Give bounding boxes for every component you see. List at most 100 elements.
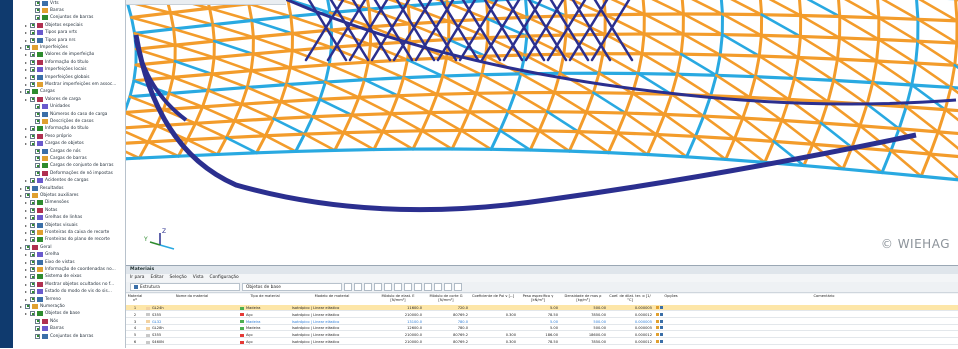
visibility-checkbox[interactable] bbox=[30, 178, 35, 183]
table-cell-alpha[interactable]: 0.000005 bbox=[608, 325, 652, 331]
table-cell-rho[interactable]: 7850.00 bbox=[560, 339, 606, 345]
visibility-checkbox[interactable] bbox=[30, 52, 35, 57]
toolbar-button[interactable] bbox=[344, 283, 352, 291]
menu-view[interactable]: Vista bbox=[193, 274, 204, 282]
options-icons[interactable] bbox=[656, 332, 690, 338]
visibility-checkbox[interactable] bbox=[25, 193, 30, 198]
table-cell-no[interactable]: 1 bbox=[126, 305, 144, 311]
table-cell-gamma[interactable]: 186.00 bbox=[518, 332, 558, 338]
floating-toolbar[interactable] bbox=[126, 0, 286, 5]
table-row[interactable]: 6S460NAçoIsotrópico | Linear elástico210… bbox=[126, 339, 958, 345]
visibility-checkbox[interactable] bbox=[25, 89, 30, 94]
table-cell-gamma[interactable]: 5.00 bbox=[518, 325, 558, 331]
table-cell-no[interactable]: 5 bbox=[126, 332, 144, 338]
visibility-checkbox[interactable] bbox=[30, 260, 35, 265]
toolbar-button[interactable] bbox=[394, 283, 402, 291]
options-icons[interactable] bbox=[656, 325, 690, 331]
table-cell-name[interactable]: S460N bbox=[146, 339, 238, 345]
toolbar-button[interactable] bbox=[374, 283, 382, 291]
table-cell-E[interactable]: 210000.0 bbox=[374, 339, 422, 345]
visibility-checkbox[interactable] bbox=[30, 237, 35, 242]
table-cell-model[interactable]: Isotrópico | Linear elástico bbox=[292, 339, 372, 345]
visibility-checkbox[interactable] bbox=[30, 23, 35, 28]
table-cell-gamma[interactable]: 78.50 bbox=[518, 312, 558, 318]
table-cell-model[interactable]: Isotrópico | Linear elástico bbox=[292, 312, 372, 318]
table-cell-G[interactable]: 720.0 bbox=[424, 305, 468, 311]
toolbar-button[interactable] bbox=[404, 283, 412, 291]
table-cell-rho[interactable]: 7850.00 bbox=[560, 312, 606, 318]
menu-edit[interactable]: Editar bbox=[150, 274, 163, 282]
3d-viewport[interactable]: © WIEHAG bbox=[126, 0, 958, 265]
toolbar-button[interactable] bbox=[434, 283, 442, 291]
menu-config[interactable]: Configuração bbox=[210, 274, 239, 282]
table-cell-G[interactable]: 80769.2 bbox=[424, 339, 468, 345]
visibility-checkbox[interactable] bbox=[30, 75, 35, 80]
table-cell-alpha[interactable]: 0.000005 bbox=[608, 319, 652, 325]
visibility-checkbox[interactable] bbox=[35, 8, 40, 13]
options-icons[interactable] bbox=[656, 339, 690, 345]
visibility-checkbox[interactable] bbox=[30, 297, 35, 302]
table-cell-name[interactable]: GL24h bbox=[146, 305, 238, 311]
visibility-checkbox[interactable] bbox=[30, 97, 35, 102]
visibility-checkbox[interactable] bbox=[30, 223, 35, 228]
toolbar-button[interactable] bbox=[444, 283, 452, 291]
menu-goto[interactable]: Ir para bbox=[130, 274, 144, 282]
visibility-checkbox[interactable] bbox=[30, 126, 35, 131]
table-cell-rho[interactable]: 18600.00 bbox=[560, 332, 606, 338]
table-cell-type[interactable]: Aço bbox=[240, 339, 290, 345]
options-icons[interactable] bbox=[656, 319, 690, 325]
table-cell-nu[interactable]: 0.300 bbox=[470, 312, 516, 318]
visibility-checkbox[interactable] bbox=[30, 82, 35, 87]
table-cell-no[interactable]: 6 bbox=[126, 339, 144, 345]
visibility-checkbox[interactable] bbox=[35, 334, 40, 339]
visibility-checkbox[interactable] bbox=[35, 104, 40, 109]
visibility-checkbox[interactable] bbox=[35, 319, 40, 324]
visibility-checkbox[interactable] bbox=[30, 38, 35, 43]
table-cell-nu[interactable] bbox=[470, 325, 516, 331]
table-cell-alpha[interactable]: 0.000012 bbox=[608, 339, 652, 345]
toolbar-button[interactable] bbox=[354, 283, 362, 291]
visibility-checkbox[interactable] bbox=[30, 311, 35, 316]
visibility-checkbox[interactable] bbox=[30, 215, 35, 220]
visibility-checkbox[interactable] bbox=[25, 186, 30, 191]
visibility-checkbox[interactable] bbox=[25, 245, 30, 250]
table-cell-alpha[interactable]: 0.000005 bbox=[608, 305, 652, 311]
toolbar-button[interactable] bbox=[414, 283, 422, 291]
visibility-checkbox[interactable] bbox=[30, 274, 35, 279]
visibility-checkbox[interactable] bbox=[30, 60, 35, 65]
structure-dropdown[interactable]: Estrutura bbox=[130, 283, 240, 291]
table-cell-gamma[interactable]: 5.00 bbox=[518, 305, 558, 311]
visibility-checkbox[interactable] bbox=[35, 326, 40, 331]
visibility-checkbox[interactable] bbox=[35, 15, 40, 20]
visibility-checkbox[interactable] bbox=[30, 200, 35, 205]
table-cell-rho[interactable]: 500.00 bbox=[560, 319, 606, 325]
table-cell-no[interactable]: 2 bbox=[126, 312, 144, 318]
table-cell-no[interactable]: 4 bbox=[126, 325, 144, 331]
table-cell-type[interactable]: Madeira bbox=[240, 305, 290, 311]
table-row[interactable]: 2S355AçoIsotrópico | Linear elástico2100… bbox=[126, 312, 958, 318]
table-cell-G[interactable]: 780.0 bbox=[424, 325, 468, 331]
table-cell-rho[interactable]: 500.00 bbox=[560, 325, 606, 331]
toolbar-button[interactable] bbox=[424, 283, 432, 291]
table-cell-gamma[interactable]: 5.00 bbox=[518, 319, 558, 325]
visibility-checkbox[interactable] bbox=[35, 171, 40, 176]
table-cell-E[interactable]: 11600.0 bbox=[374, 305, 422, 311]
toolbar-button[interactable] bbox=[384, 283, 392, 291]
toolbar-button[interactable] bbox=[364, 283, 372, 291]
table-cell-name[interactable]: GL28h bbox=[146, 325, 238, 331]
visibility-checkbox[interactable] bbox=[30, 289, 35, 294]
menu-selection[interactable]: Seleção bbox=[169, 274, 186, 282]
table-cell-nu[interactable]: 0.300 bbox=[470, 339, 516, 345]
toolbar-button[interactable] bbox=[454, 283, 462, 291]
table-row[interactable]: 3GL32MadeiraIsotrópico | Linear elástico… bbox=[126, 319, 958, 325]
table-cell-type[interactable]: Madeira bbox=[240, 319, 290, 325]
table-cell-type[interactable]: Aço bbox=[240, 312, 290, 318]
table-cell-E[interactable]: 210000.0 bbox=[374, 312, 422, 318]
visibility-checkbox[interactable] bbox=[35, 149, 40, 154]
visibility-checkbox[interactable] bbox=[30, 267, 35, 272]
visibility-checkbox[interactable] bbox=[30, 141, 35, 146]
table-cell-E[interactable]: 12600.0 bbox=[374, 325, 422, 331]
table-cell-model[interactable]: Isotrópico | Linear elástico bbox=[292, 305, 372, 311]
table-cell-model[interactable]: Isotrópico | Linear elástico bbox=[292, 325, 372, 331]
navigator-tree[interactable]: VrtsBarrasConjuntos de barras▸Objetos es… bbox=[13, 0, 126, 348]
